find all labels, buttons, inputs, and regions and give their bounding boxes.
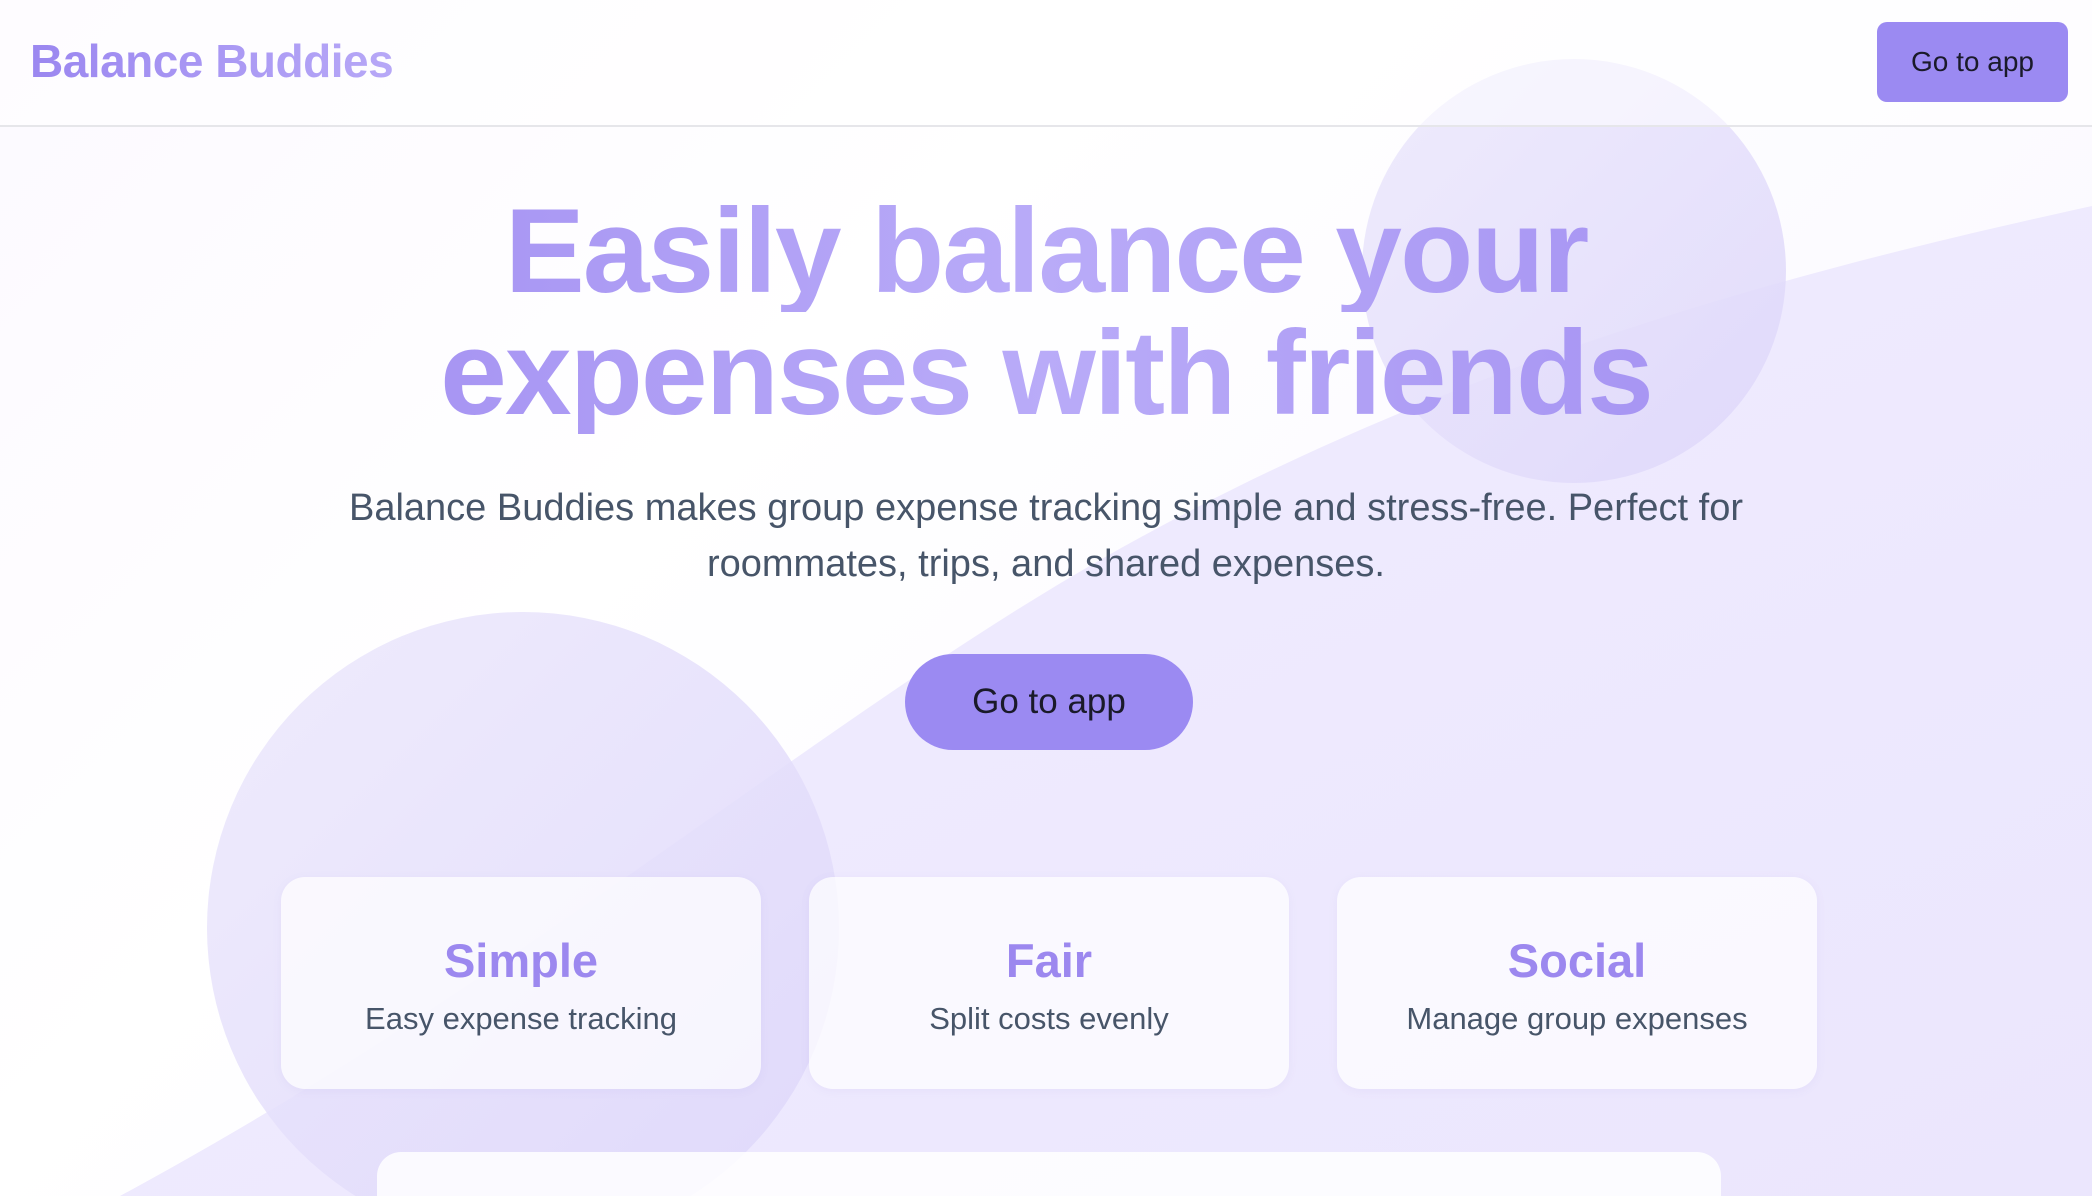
feature-card-description: Easy expense tracking — [365, 1001, 677, 1036]
feature-card-title: Fair — [1005, 934, 1093, 987]
feature-card-title: Social — [1507, 934, 1647, 987]
header-go-to-app-button[interactable]: Go to app — [1877, 22, 2068, 102]
feature-card-fair: Fair Split costs evenly — [809, 877, 1289, 1089]
hero-subtitle: Balance Buddies makes group expense trac… — [348, 487, 1744, 585]
hero-title-line-1: Easily balance your — [0, 190, 2092, 312]
landing-page: Balance Buddies Go to app Easily balance… — [0, 0, 2092, 1196]
hero-title: Easily balance your expenses with friend… — [0, 190, 2092, 434]
hero-go-to-app-button[interactable]: Go to app — [905, 654, 1193, 750]
content-panel — [377, 1152, 1721, 1196]
feature-card-title: Simple — [443, 934, 599, 987]
feature-card-simple: Simple Easy expense tracking — [281, 877, 761, 1089]
feature-card-social: Social Manage group expenses — [1337, 877, 1817, 1089]
feature-card-description: Split costs evenly — [929, 1001, 1169, 1036]
brand-logo[interactable]: Balance Buddies — [30, 34, 394, 88]
top-navbar: Balance Buddies Go to app — [0, 0, 2092, 127]
feature-card-description: Manage group expenses — [1406, 1001, 1748, 1036]
hero-title-line-2: expenses with friends — [0, 312, 2092, 434]
